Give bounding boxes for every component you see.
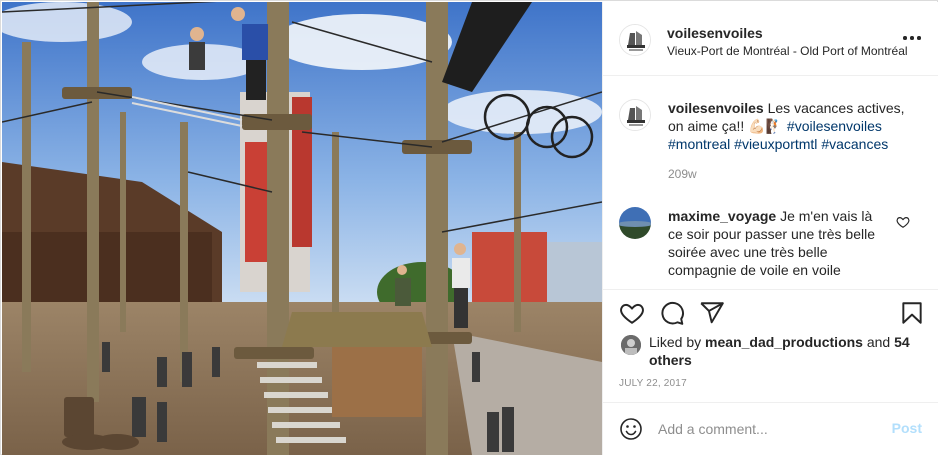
caption-avatar[interactable] [619, 99, 651, 131]
post-photo[interactable] [2, 2, 602, 455]
post-date[interactable]: July 22, 2017 [619, 378, 687, 389]
hashtag-link[interactable]: #montreal [668, 136, 730, 152]
post-header: voilesenvoiles Vieux-Port de Montréal - … [603, 2, 938, 76]
add-comment-bar: Post [603, 402, 938, 455]
account-username[interactable]: voilesenvoiles [667, 25, 763, 41]
more-options-dot [917, 36, 921, 40]
hashtag-link[interactable]: #vieuxportmtl [734, 136, 817, 152]
comment-icon[interactable] [659, 300, 685, 326]
post-details-panel: voilesenvoiles Vieux-Port de Montréal - … [602, 2, 938, 455]
commenter-avatar[interactable] [619, 207, 651, 239]
ropes-course-photo [2, 2, 602, 455]
post-location[interactable]: Vieux-Port de Montréal - Old Port of Mon… [667, 44, 908, 58]
emoji-icon[interactable] [619, 417, 643, 441]
caption-text: voilesenvoiles Les vacances actives, on … [668, 99, 908, 153]
caption-timestamp[interactable]: 209w [668, 167, 697, 181]
caption-username[interactable]: voilesenvoiles [668, 100, 764, 116]
comment-text: maxime_voyage Je m'en vais là ce soir po… [668, 207, 888, 279]
commenter-photo [619, 207, 651, 239]
comment-username[interactable]: maxime_voyage [668, 208, 776, 224]
more-options-dot [910, 36, 914, 40]
comment-heart-icon[interactable] [896, 215, 910, 229]
hashtag-link[interactable]: #vacances [821, 136, 888, 152]
instagram-post-window: voilesenvoiles Vieux-Port de Montréal - … [0, 0, 938, 455]
more-options-button[interactable] [903, 30, 923, 46]
account-avatar[interactable] [619, 24, 651, 56]
liker-photo [621, 335, 641, 355]
sailboat-logo-icon [620, 25, 650, 55]
liker-username[interactable]: mean_dad_productions [705, 334, 863, 350]
more-options-icon [903, 36, 907, 40]
liker-avatar[interactable] [621, 335, 641, 355]
bookmark-icon[interactable] [899, 300, 925, 326]
post-comment-button[interactable]: Post [892, 420, 922, 436]
likes-text: Liked by mean_dad_productions and 54 oth… [649, 333, 919, 369]
heart-icon[interactable] [619, 300, 645, 326]
comments-section: voilesenvoiles Les vacances actives, on … [603, 77, 938, 288]
sailboat-logo-icon [620, 100, 650, 130]
share-icon[interactable] [699, 300, 725, 326]
liked-by-and: and [866, 334, 891, 350]
hashtag-link[interactable]: #voilesenvoiles [787, 118, 882, 134]
liked-by-label: Liked by [649, 334, 702, 350]
post-actions-bar [603, 289, 938, 329]
comment-input[interactable] [658, 417, 878, 441]
